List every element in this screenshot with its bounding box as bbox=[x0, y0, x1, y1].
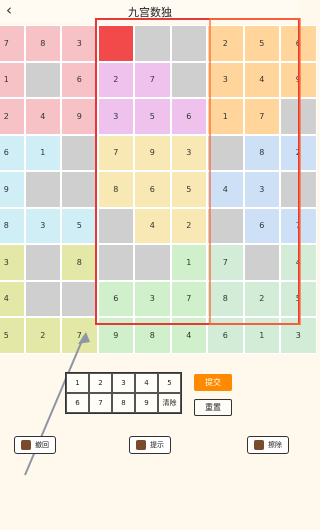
keypad-key[interactable]: 7 bbox=[89, 393, 112, 413]
erase-label: 擦除 bbox=[268, 441, 282, 449]
hint-button[interactable]: 提示 bbox=[129, 436, 171, 454]
grid-cell[interactable]: 3 bbox=[24, 207, 61, 244]
keypad-key[interactable]: 1 bbox=[66, 373, 89, 393]
grid-cell[interactable]: 8 bbox=[61, 244, 98, 281]
grid-cell[interactable]: 4 bbox=[0, 280, 25, 317]
number-keypad: 1 2 3 4 5 6 7 8 9 清除 bbox=[65, 372, 182, 414]
grid-cell[interactable]: 2 bbox=[0, 98, 25, 135]
hint-label: 提示 bbox=[150, 441, 164, 449]
grid-cell[interactable] bbox=[24, 280, 61, 317]
grid-cell[interactable] bbox=[61, 280, 98, 317]
keypad-key[interactable]: 2 bbox=[89, 373, 112, 393]
highlight-box-secondary bbox=[209, 18, 301, 325]
keypad-key[interactable]: 4 bbox=[135, 373, 158, 393]
undo-button[interactable]: 撤回 bbox=[14, 436, 56, 454]
grid-cell[interactable] bbox=[61, 171, 98, 208]
grid-cell[interactable]: 6 bbox=[0, 134, 25, 171]
grid-cell[interactable]: 8 bbox=[0, 207, 25, 244]
grid-cell[interactable]: 3 bbox=[61, 25, 98, 62]
grid-cell[interactable]: 6 bbox=[61, 61, 98, 98]
grid-cell[interactable]: 1 bbox=[0, 61, 25, 98]
submit-button[interactable]: 提交 bbox=[194, 374, 232, 391]
hint-icon bbox=[136, 440, 146, 450]
grid-cell[interactable]: 9 bbox=[0, 171, 25, 208]
grid-cell[interactable]: 9 bbox=[61, 98, 98, 135]
keypad-key[interactable]: 8 bbox=[112, 393, 135, 413]
keypad-key[interactable]: 清除 bbox=[158, 393, 181, 413]
grid-cell[interactable] bbox=[24, 244, 61, 281]
reset-button[interactable]: 重置 bbox=[194, 399, 232, 416]
grid-cell[interactable]: 8 bbox=[24, 25, 61, 62]
grid-cell[interactable] bbox=[24, 171, 61, 208]
grid-cell[interactable]: 5 bbox=[61, 207, 98, 244]
grid-cell[interactable] bbox=[24, 61, 61, 98]
grid-cell[interactable]: 1 bbox=[24, 134, 61, 171]
keypad-key[interactable]: 3 bbox=[112, 373, 135, 393]
keypad-key[interactable]: 5 bbox=[158, 373, 181, 393]
grid-cell[interactable] bbox=[61, 134, 98, 171]
erase-button[interactable]: 擦除 bbox=[247, 436, 289, 454]
keypad-key[interactable]: 6 bbox=[66, 393, 89, 413]
undo-icon bbox=[21, 440, 31, 450]
keypad-key[interactable]: 9 bbox=[135, 393, 158, 413]
grid-cell[interactable]: 3 bbox=[0, 244, 25, 281]
undo-label: 撤回 bbox=[35, 441, 49, 449]
grid-cell[interactable]: 7 bbox=[0, 25, 25, 62]
grid-cell[interactable]: 4 bbox=[24, 98, 61, 135]
eraser-icon bbox=[254, 440, 264, 450]
